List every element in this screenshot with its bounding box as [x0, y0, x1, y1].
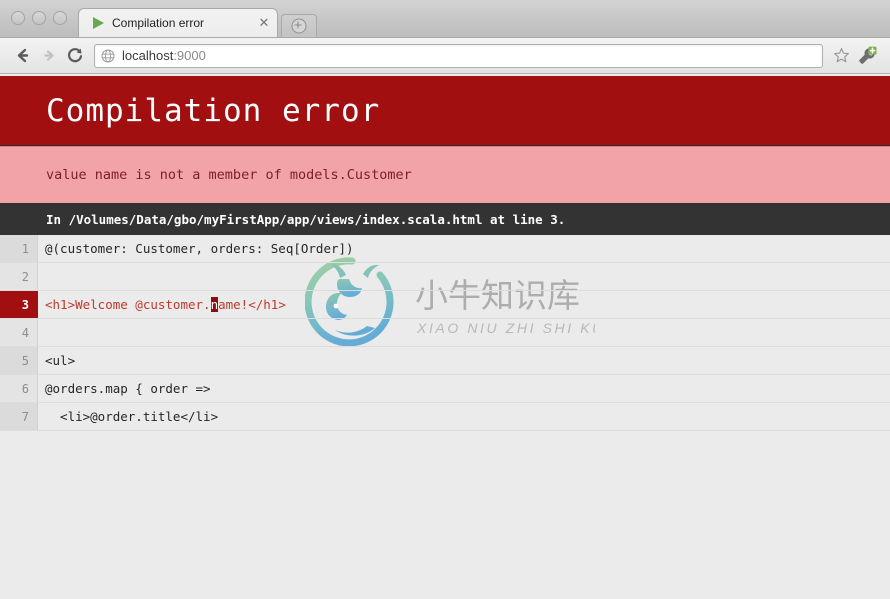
error-highlight: n [211, 297, 219, 312]
line-content: <li>@order.title</li> [38, 403, 890, 430]
title-bar: Compilation error ✕ [0, 0, 890, 38]
address-bar[interactable]: localhost:9000 [94, 44, 823, 68]
plus-icon [292, 19, 307, 34]
forward-arrow-icon [40, 46, 59, 65]
new-tab-button[interactable] [281, 14, 317, 37]
error-location-text: In /Volumes/Data/gbo/myFirstApp/app/view… [46, 212, 565, 227]
browser-window: Compilation error ✕ [0, 0, 890, 599]
code-line-row: 7 <li>@order.title</li> [0, 403, 890, 431]
code-line-row: 5 <ul> [0, 347, 890, 375]
line-content-after: ame!</h1> [218, 297, 286, 312]
back-button[interactable] [10, 43, 36, 69]
code-line-row: 2 [0, 263, 890, 291]
code-line-row: 4 [0, 319, 890, 347]
back-arrow-icon [14, 46, 33, 65]
navigation-toolbar: localhost:9000 [0, 38, 890, 74]
line-number: 7 [0, 403, 38, 430]
window-controls [11, 11, 67, 25]
globe-icon [101, 49, 115, 63]
line-content-before: <h1>Welcome @customer. [45, 297, 211, 312]
line-content: <ul> [38, 347, 890, 374]
tab-compilation-error[interactable]: Compilation error ✕ [78, 8, 278, 37]
forward-button[interactable] [36, 43, 62, 69]
line-content: <h1>Welcome @customer.name!</h1> [38, 291, 890, 318]
line-content [38, 319, 890, 346]
source-code-listing: 小牛知识库 XIAO NIU ZHI SHI KU 1 @(customer: … [0, 235, 890, 431]
tab-strip: Compilation error ✕ [78, 7, 317, 37]
code-line-row-error: 3 <h1>Welcome @customer.name!</h1> [0, 291, 890, 319]
code-line-row: 1 @(customer: Customer, orders: Seq[Orde… [0, 235, 890, 263]
error-header: Compilation error [0, 76, 890, 146]
green-play-triangle-icon [91, 16, 105, 30]
line-content [38, 263, 890, 290]
line-number: 3 [0, 291, 38, 318]
star-icon [833, 47, 850, 64]
line-number: 6 [0, 375, 38, 402]
bookmark-button[interactable] [830, 45, 852, 67]
line-number: 5 [0, 347, 38, 374]
tab-title: Compilation error [112, 16, 253, 30]
page-content: Compilation error value name is not a me… [0, 76, 890, 599]
chrome-menu-button[interactable] [854, 43, 880, 69]
error-location-bar: In /Volumes/Data/gbo/myFirstApp/app/view… [0, 203, 890, 235]
line-number: 2 [0, 263, 38, 290]
code-line-row: 6 @orders.map { order => [0, 375, 890, 403]
line-number: 1 [0, 235, 38, 262]
reload-icon [66, 46, 85, 65]
reload-button[interactable] [62, 43, 88, 69]
close-window-button[interactable] [11, 11, 25, 25]
zoom-window-button[interactable] [53, 11, 67, 25]
wrench-icon [857, 46, 877, 66]
line-number: 4 [0, 319, 38, 346]
url-port: :9000 [173, 48, 206, 63]
url-host: localhost [122, 48, 173, 63]
minimize-window-button[interactable] [32, 11, 46, 25]
page-title: Compilation error [46, 93, 380, 129]
url-text: localhost:9000 [122, 48, 206, 63]
error-message-banner: value name is not a member of models.Cus… [0, 146, 890, 203]
error-message-text: value name is not a member of models.Cus… [46, 167, 412, 183]
line-content: @(customer: Customer, orders: Seq[Order]… [38, 235, 890, 262]
close-icon[interactable]: ✕ [257, 16, 271, 30]
line-content: @orders.map { order => [38, 375, 890, 402]
